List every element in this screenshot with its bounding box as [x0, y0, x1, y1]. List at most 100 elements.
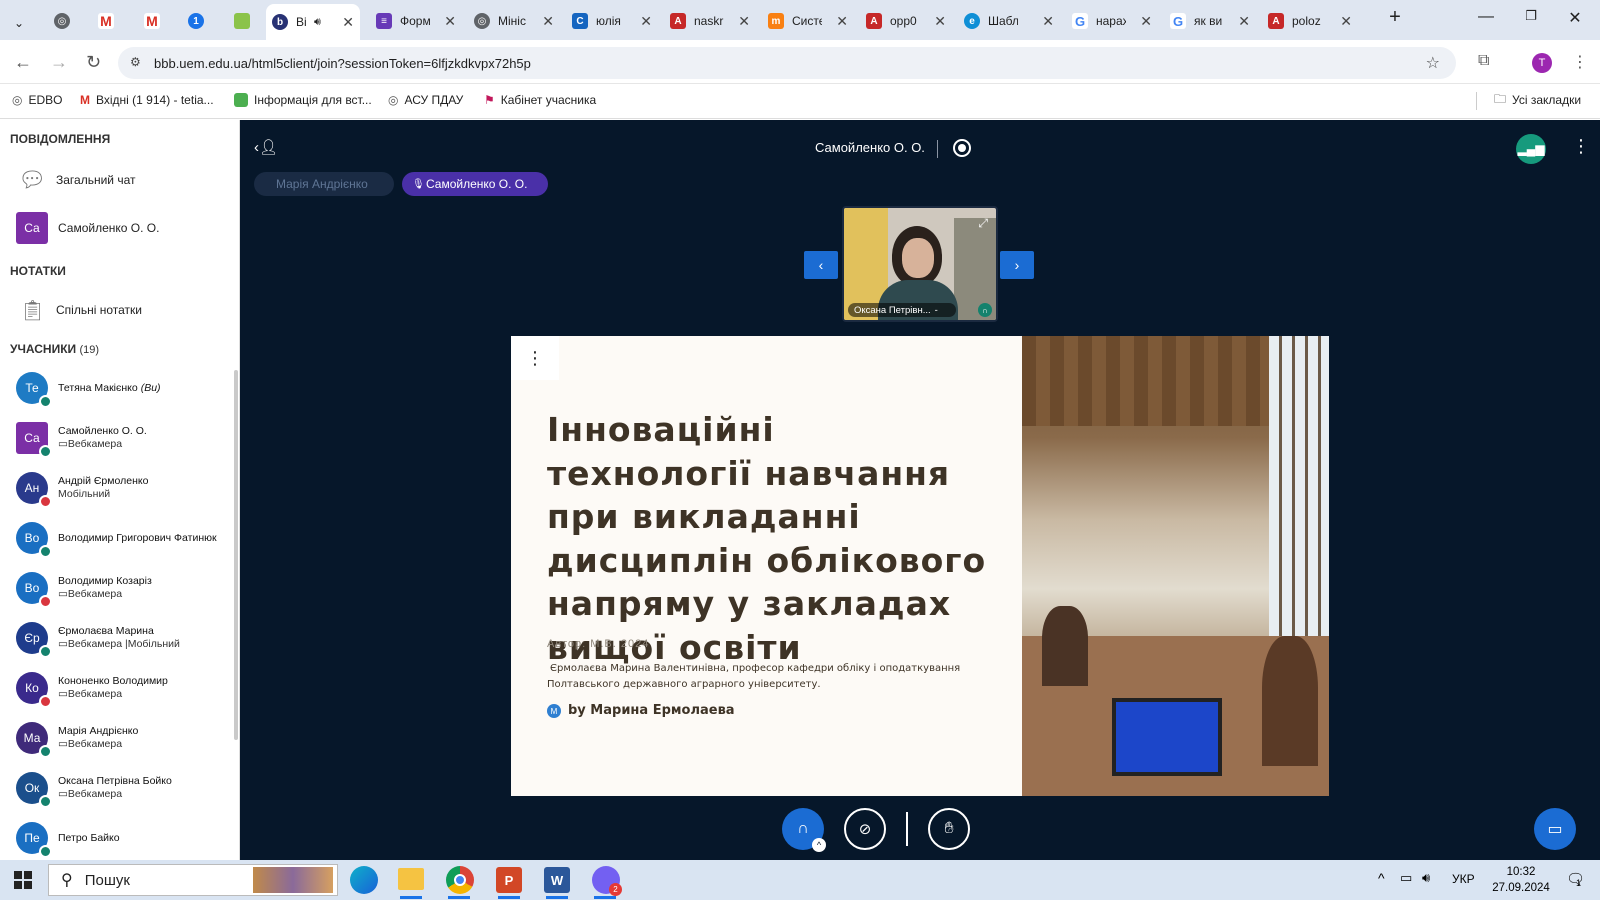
windows-start-icon[interactable]	[14, 871, 32, 889]
volume-icon[interactable]: 🔊︎	[1422, 870, 1430, 886]
more-menu-icon[interactable]: ⋮	[1572, 52, 1588, 72]
tab-10[interactable]: Anaskr ✕	[664, 6, 756, 36]
connection-status-icon[interactable]: ▂▄▆	[1516, 134, 1546, 164]
reload-icon[interactable]: ↻	[86, 52, 101, 73]
word-icon[interactable]: W	[544, 867, 570, 893]
file-explorer-icon[interactable]	[398, 868, 424, 890]
close-icon[interactable]: ✕	[934, 13, 946, 30]
tab-13[interactable]: e Шабл ✕	[958, 6, 1060, 36]
bookmark-asu[interactable]: ◎ АСУ ПДАУ	[388, 85, 463, 115]
webcam-button[interactable]: ⊘	[844, 808, 886, 850]
user-name: Тетяна Макієнко (Ви)	[58, 382, 161, 395]
back-icon[interactable]: ←	[14, 52, 32, 73]
recording-icon[interactable]	[953, 139, 971, 157]
tray-chevron-icon[interactable]: ^	[1378, 870, 1385, 886]
tab-5[interactable]	[228, 6, 258, 36]
close-icon[interactable]: ✕	[342, 14, 354, 31]
prev-webcam-button[interactable]: ‹	[804, 251, 838, 279]
viber-icon[interactable]: 2	[592, 866, 622, 896]
close-icon[interactable]: ✕	[542, 13, 554, 30]
user-list-item[interactable]: Те Тетяна Макієнко (Ви)	[0, 366, 232, 410]
user-list-item[interactable]: Са Самойленко О. О. ▭Вебкамера	[0, 416, 232, 460]
url-field[interactable]: ⚙ bbb.uem.edu.ua/html5client/join?sessio…	[118, 47, 1456, 79]
tab-11[interactable]: m Систе ✕	[762, 6, 854, 36]
user-list-item[interactable]: Ан Андрій Єрмоленко Мобільний	[0, 466, 232, 510]
webcam-tile[interactable]: ⤢ Оксана Петрівн... ‐ ∩	[842, 206, 998, 322]
tab-12[interactable]: Aopp0 ✕	[860, 6, 952, 36]
language-indicator[interactable]: УКР	[1452, 872, 1475, 886]
user-list-item[interactable]: Ко Кононенко Володимир ▭Вебкамера	[0, 666, 232, 710]
user-list-item[interactable]: Пе Петро Байко	[0, 816, 232, 860]
close-icon[interactable]: ✕	[1238, 13, 1250, 30]
notifications-icon[interactable]: 🗨︎ 1	[1566, 870, 1585, 888]
tab-8[interactable]: ◎ Мініс ✕	[468, 6, 560, 36]
close-icon[interactable]: ✕	[1042, 13, 1054, 30]
tab-1[interactable]: ◎	[48, 6, 78, 36]
powerpoint-icon[interactable]: P	[496, 867, 522, 893]
tab-15[interactable]: Gяк ви ✕	[1164, 6, 1256, 36]
options-menu-icon[interactable]: ⋮	[1572, 136, 1590, 157]
site-info-icon[interactable]: ⚙	[130, 55, 141, 69]
user-list-item[interactable]: Ок Оксана Петрівна Бойко ▭Вебкамера	[0, 766, 232, 810]
forward-icon[interactable]: →	[50, 52, 68, 73]
presentation-slide[interactable]: ⋮ Інноваційні технології навчання при ви…	[511, 336, 1329, 796]
tab-14[interactable]: Gнарах ✕	[1066, 6, 1158, 36]
chrome-icon[interactable]	[446, 866, 474, 894]
bookmark-edbo[interactable]: ◎ EDBO	[12, 85, 63, 115]
extensions-icon[interactable]: ⧉	[1478, 52, 1489, 70]
user-list-item[interactable]: Єр Єрмолаєва Марина ▭Вебкамера |Мобільний	[0, 616, 232, 660]
user-name-text: Петро Байко	[58, 831, 120, 844]
tab-16[interactable]: Apoloz ✕	[1262, 6, 1358, 36]
fullscreen-icon[interactable]: ⤢	[978, 216, 988, 231]
star-icon[interactable]: ☆	[1426, 53, 1440, 73]
minimize-button[interactable]: —	[1474, 8, 1498, 26]
close-icon[interactable]: ✕	[738, 13, 750, 30]
user-list-item[interactable]: Во Володимир Козаріз ▭Вебкамера	[0, 566, 232, 610]
tab-2[interactable]: M	[92, 6, 122, 36]
bookmark-info[interactable]: Інформація для вст...	[234, 85, 372, 115]
close-window-button[interactable]: ✕	[1563, 8, 1587, 28]
next-webcam-button[interactable]: ›	[1000, 251, 1034, 279]
bookmark-gmail[interactable]: M Вхідні (1 914) - tetia...	[80, 85, 214, 115]
tab-active-meeting[interactable]: b Ві 🔊︎ ✕	[266, 4, 360, 40]
notes-header: НОТАТКИ	[10, 264, 66, 278]
tab-title: Систе	[792, 14, 822, 28]
shared-notes-item[interactable]: 📋︎ Спільні нотатки	[0, 292, 232, 328]
tab-4[interactable]: 1	[182, 6, 212, 36]
sidebar-scrollbar[interactable]	[234, 370, 238, 740]
bookmark-label: Кабінет учасника	[500, 93, 597, 107]
forms-icon: ≡	[376, 13, 392, 29]
audio-button[interactable]: ∩ ^	[782, 808, 826, 852]
presentation-toggle-button[interactable]: ▭	[1534, 808, 1576, 850]
taskbar-search[interactable]: ⚲ Пошук	[48, 864, 338, 896]
clock[interactable]: 10:32 27.09.2024	[1486, 864, 1556, 896]
public-chat-item[interactable]: 💬︎ Загальний чат	[0, 162, 232, 198]
tab-search-button[interactable]: ⌄	[8, 8, 36, 38]
audio-status-icon	[39, 845, 52, 858]
profile-avatar[interactable]: T	[1532, 53, 1552, 73]
user-list-item[interactable]: Ма Марія Андрієнко ▭Вебкамера	[0, 716, 232, 760]
tab-7[interactable]: ≡ Форм ✕	[370, 6, 462, 36]
close-icon[interactable]: ✕	[444, 13, 456, 30]
chevron-up-icon[interactable]: ^	[812, 838, 826, 852]
close-icon[interactable]: ✕	[640, 13, 652, 30]
close-icon[interactable]: ✕	[1340, 13, 1352, 30]
close-icon[interactable]: ✕	[1140, 13, 1152, 30]
user-text: Оксана Петрівна Бойко ▭Вебкамера	[58, 775, 172, 801]
edge-icon[interactable]	[350, 866, 378, 894]
chevron-down-icon: ⌄	[14, 16, 25, 30]
new-tab-button[interactable]: +	[1383, 6, 1407, 29]
raise-hand-button[interactable]: ✋︎	[928, 808, 970, 850]
avatar: Ко	[16, 672, 52, 708]
tab-3[interactable]: M	[138, 6, 168, 36]
toggle-user-list-icon[interactable]: ‹👤︎	[254, 138, 278, 156]
private-chat-item[interactable]: Са Самойленко О. О.	[0, 210, 232, 246]
tab-9[interactable]: Cюлія ✕	[566, 6, 658, 36]
slide-options-icon[interactable]: ⋮	[511, 336, 559, 380]
close-icon[interactable]: ✕	[836, 13, 848, 30]
bookmark-cabinet[interactable]: ⚑ Кабінет учасника	[484, 85, 596, 115]
network-icon[interactable]: ▭	[1400, 870, 1412, 886]
restore-button[interactable]: ❐	[1519, 8, 1543, 24]
all-bookmarks[interactable]: 🗀 Усі закладки	[1494, 85, 1581, 115]
user-list-item[interactable]: Во Володимир Григорович Фатинюк	[0, 516, 232, 560]
